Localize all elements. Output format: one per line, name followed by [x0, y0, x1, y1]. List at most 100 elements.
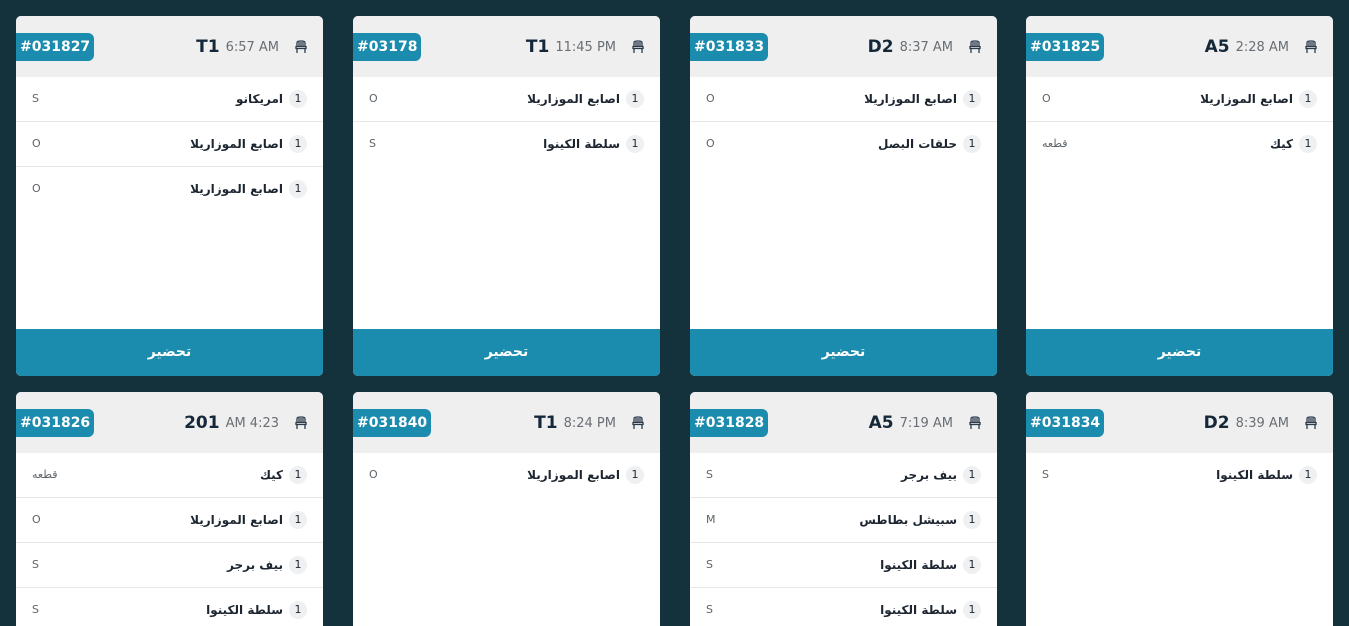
prepare-button[interactable]: تحضير — [16, 329, 323, 376]
order-header: #031834 D2 8:39 AM — [1026, 392, 1333, 453]
item-size: S — [706, 603, 713, 616]
item-qty-badge: 1 — [963, 556, 981, 574]
order-time: 7:19 AM — [899, 415, 953, 431]
order-item: S سلطة الكينوا 1 — [16, 588, 323, 626]
prepare-button[interactable]: تحضير — [353, 329, 660, 376]
armchair-icon — [630, 415, 646, 431]
item-size: O — [706, 137, 715, 150]
order-item: S امريكانو 1 — [16, 77, 323, 122]
order-time: AM 4:23 — [225, 415, 279, 431]
order-card: #031826 201 AM 4:23 قطعه كيك 1 O اصابع ا… — [16, 392, 323, 626]
item-size: S — [1042, 468, 1049, 481]
order-item: O حلقات البصل 1 — [690, 122, 997, 166]
table-name: A5 — [868, 413, 894, 433]
order-number-badge: #031826 — [16, 409, 95, 437]
armchair-icon — [1303, 39, 1319, 55]
item-size: O — [32, 182, 41, 195]
item-qty-badge: 1 — [963, 511, 981, 529]
item-name: سبيشل بطاطس — [859, 513, 957, 527]
order-number-badge: #031833 — [690, 33, 769, 61]
order-items-list: S سلطة الكينوا 1 — [1026, 453, 1333, 497]
order-item: S سلطة الكينوا 1 — [690, 588, 997, 626]
order-time: 8:24 PM — [563, 415, 616, 431]
order-header: #031825 A5 2:28 AM — [1026, 16, 1333, 77]
item-name: سلطة الكينوا — [206, 603, 283, 617]
order-time: 8:37 AM — [899, 39, 953, 55]
order-item: O اصابع الموزاريلا 1 — [16, 122, 323, 167]
order-header: #031840 T1 8:24 PM — [353, 392, 660, 453]
order-item: S سلطة الكينوا 1 — [690, 543, 997, 588]
order-items-list: S بيف برجر 1 M سبيشل بطاطس 1 S سلطة الكي… — [690, 453, 997, 626]
item-qty-badge: 1 — [1299, 135, 1317, 153]
item-qty-badge: 1 — [626, 135, 644, 153]
armchair-icon — [967, 415, 983, 431]
order-item: S بيف برجر 1 — [16, 543, 323, 588]
order-item: O اصابع الموزاريلا 1 — [690, 77, 997, 122]
order-number-badge: #031840 — [353, 409, 432, 437]
item-name: كيك — [259, 468, 283, 482]
item-qty-badge: 1 — [1299, 466, 1317, 484]
order-header: #03178 T1 11:45 PM — [353, 16, 660, 77]
order-card: #031827 T1 6:57 AM S امريكانو 1 O اصابع … — [16, 16, 323, 376]
order-item: S بيف برجر 1 — [690, 453, 997, 498]
prepare-button[interactable]: تحضير — [690, 329, 997, 376]
order-item: O اصابع الموزاريلا 1 — [16, 167, 323, 211]
table-name: T1 — [525, 37, 550, 57]
prepare-button[interactable]: تحضير — [1026, 329, 1333, 376]
item-size: S — [706, 558, 713, 571]
item-name: حلقات البصل — [878, 137, 957, 151]
item-size: S — [32, 603, 39, 616]
order-card: #031834 D2 8:39 AM S سلطة الكينوا 1 — [1026, 392, 1333, 626]
armchair-icon — [630, 39, 646, 55]
order-header: #031827 T1 6:57 AM — [16, 16, 323, 77]
order-card: #031840 T1 8:24 PM O اصابع الموزاريلا 1 — [353, 392, 660, 626]
order-card: #031825 A5 2:28 AM O اصابع الموزاريلا 1 … — [1026, 16, 1333, 376]
order-number-badge: #031834 — [1026, 409, 1105, 437]
armchair-icon — [967, 39, 983, 55]
item-size: O — [32, 513, 41, 526]
item-name: اصابع الموزاريلا — [527, 92, 620, 106]
order-item: O اصابع الموزاريلا 1 — [353, 77, 660, 122]
item-qty-badge: 1 — [289, 511, 307, 529]
item-qty-badge: 1 — [289, 135, 307, 153]
item-size: S — [32, 558, 39, 571]
item-qty-badge: 1 — [289, 466, 307, 484]
item-qty-badge: 1 — [289, 180, 307, 198]
item-name: اصابع الموزاريلا — [1200, 92, 1293, 106]
item-qty-badge: 1 — [289, 90, 307, 108]
item-qty-badge: 1 — [289, 601, 307, 619]
item-name: بيف برجر — [901, 468, 957, 482]
item-size: S — [369, 137, 376, 150]
item-qty-badge: 1 — [963, 135, 981, 153]
order-item: M سبيشل بطاطس 1 — [690, 498, 997, 543]
order-time: 11:45 PM — [555, 39, 616, 55]
item-qty-badge: 1 — [963, 90, 981, 108]
item-name: اصابع الموزاريلا — [190, 513, 283, 527]
orders-grid: #031827 T1 6:57 AM S امريكانو 1 O اصابع … — [0, 0, 1349, 626]
order-time: 8:39 AM — [1235, 415, 1289, 431]
order-item: قطعه كيك 1 — [16, 453, 323, 498]
order-item: O اصابع الموزاريلا 1 — [353, 453, 660, 497]
order-time: 6:57 AM — [225, 39, 279, 55]
item-name: اصابع الموزاريلا — [864, 92, 957, 106]
item-name: امريكانو — [235, 92, 283, 106]
item-size: قطعه — [32, 468, 58, 481]
order-items-list: O اصابع الموزاريلا 1 قطعه كيك 1 — [1026, 77, 1333, 166]
order-item: S سلطة الكينوا 1 — [1026, 453, 1333, 497]
item-name: اصابع الموزاريلا — [190, 137, 283, 151]
item-qty-badge: 1 — [626, 466, 644, 484]
item-name: اصابع الموزاريلا — [190, 182, 283, 196]
order-items-list: O اصابع الموزاريلا 1 O حلقات البصل 1 — [690, 77, 997, 166]
order-card: #03178 T1 11:45 PM O اصابع الموزاريلا 1 … — [353, 16, 660, 376]
order-items-list: S امريكانو 1 O اصابع الموزاريلا 1 O اصاب… — [16, 77, 323, 211]
item-size: O — [369, 92, 378, 105]
item-size: O — [32, 137, 41, 150]
item-qty-badge: 1 — [1299, 90, 1317, 108]
order-item: قطعه كيك 1 — [1026, 122, 1333, 166]
order-header: #031833 D2 8:37 AM — [690, 16, 997, 77]
table-name: D2 — [867, 37, 894, 57]
item-size: قطعه — [1042, 137, 1068, 150]
armchair-icon — [293, 415, 309, 431]
item-name: بيف برجر — [227, 558, 283, 572]
item-qty-badge: 1 — [289, 556, 307, 574]
